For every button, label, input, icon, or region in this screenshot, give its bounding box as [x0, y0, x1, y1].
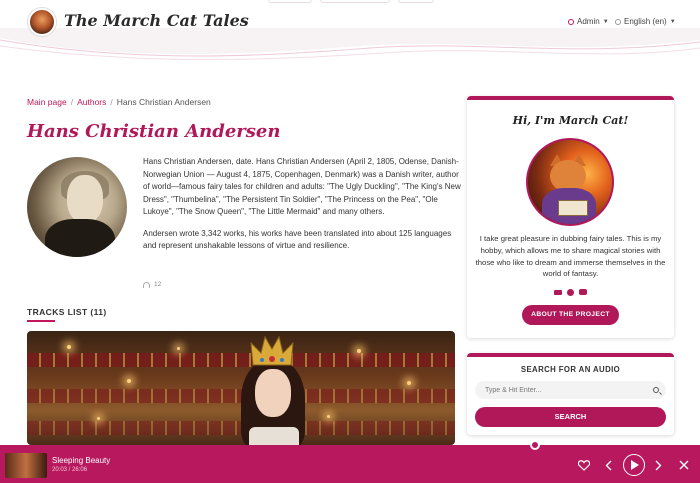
- player-track-title: Sleeping Beauty: [52, 456, 111, 465]
- site-header: The March Cat Tales Admin ▼ English (en)…: [0, 0, 700, 62]
- search-icon[interactable]: [653, 387, 659, 393]
- breadcrumb-home-link[interactable]: Main page: [27, 97, 67, 107]
- top-nav-tab[interactable]: [320, 0, 390, 3]
- bio-paragraph: Andersen wrote 3,342 works, his works ha…: [143, 228, 452, 251]
- search-input[interactable]: [475, 381, 666, 399]
- listens-count: 12: [154, 281, 162, 288]
- author-portrait: [27, 157, 127, 257]
- header-wave-decoration: [0, 28, 700, 61]
- site-title[interactable]: The March Cat Tales: [64, 11, 249, 30]
- search-button[interactable]: SEARCH: [475, 407, 666, 427]
- next-icon[interactable]: [655, 460, 662, 471]
- chevron-down-icon: ▼: [602, 18, 609, 25]
- chevron-down-icon: ▼: [669, 18, 676, 25]
- breadcrumb: Main page / Authors / Hans Christian Anderse…: [27, 97, 211, 107]
- top-nav-tab[interactable]: [398, 0, 434, 3]
- telegram-icon[interactable]: [567, 289, 574, 296]
- language-menu[interactable]: English (en) ▼: [615, 17, 676, 26]
- player-track-time: 20:03 / 26:06: [52, 467, 88, 473]
- headphones-icon: [143, 281, 150, 288]
- bio-paragraph: Hans Christian Andersen, date. Hans Chri…: [143, 157, 461, 216]
- breadcrumb-separator: /: [110, 97, 113, 107]
- tracks-list-heading: TRACKS LIST (11): [27, 307, 107, 317]
- youtube-icon[interactable]: [579, 289, 587, 295]
- globe-icon: [615, 18, 621, 25]
- crown-icon: [250, 335, 294, 366]
- about-project-button[interactable]: ABOUT THE PROJECT: [522, 305, 619, 325]
- breadcrumb-authors-link[interactable]: Authors: [77, 97, 106, 107]
- about-title: Hi, I'm March Cat!: [512, 114, 629, 127]
- language-label: English (en): [624, 17, 667, 26]
- breadcrumb-current: Hans Christian Andersen: [116, 97, 211, 107]
- user-icon: [568, 18, 574, 25]
- author-bio: Hans Christian Andersen, date. Hans Chri…: [143, 156, 461, 262]
- admin-menu[interactable]: Admin ▼: [568, 17, 609, 26]
- march-cat-avatar: [526, 138, 614, 226]
- admin-label: Admin: [577, 17, 600, 26]
- play-button[interactable]: [623, 454, 645, 476]
- heading-underline: [27, 320, 55, 322]
- about-card: Hi, I'm March Cat! I take great pleasure…: [467, 96, 674, 338]
- listens-counter: 12: [143, 281, 161, 288]
- breadcrumb-separator: /: [70, 97, 74, 107]
- about-text: I take great pleasure in dubbing fairy t…: [475, 234, 666, 279]
- site-logo[interactable]: [28, 8, 56, 36]
- vk-icon[interactable]: [554, 290, 562, 295]
- progress-slider-handle[interactable]: [530, 440, 540, 450]
- top-nav-tab[interactable]: [268, 0, 312, 3]
- search-title: SEARCH FOR AN AUDIO: [520, 365, 621, 374]
- social-links: [467, 289, 674, 296]
- page-title: Hans Christian Andersen: [27, 121, 281, 142]
- audio-player-bar: Sleeping Beauty 20:03 / 26:06: [0, 445, 700, 483]
- track-cover-image[interactable]: [27, 331, 455, 445]
- search-card: SEARCH FOR AN AUDIO SEARCH: [467, 353, 674, 435]
- previous-icon[interactable]: [605, 460, 612, 471]
- heart-icon[interactable]: [578, 460, 590, 471]
- close-icon[interactable]: [679, 460, 689, 470]
- player-cover-thumbnail[interactable]: [5, 453, 47, 478]
